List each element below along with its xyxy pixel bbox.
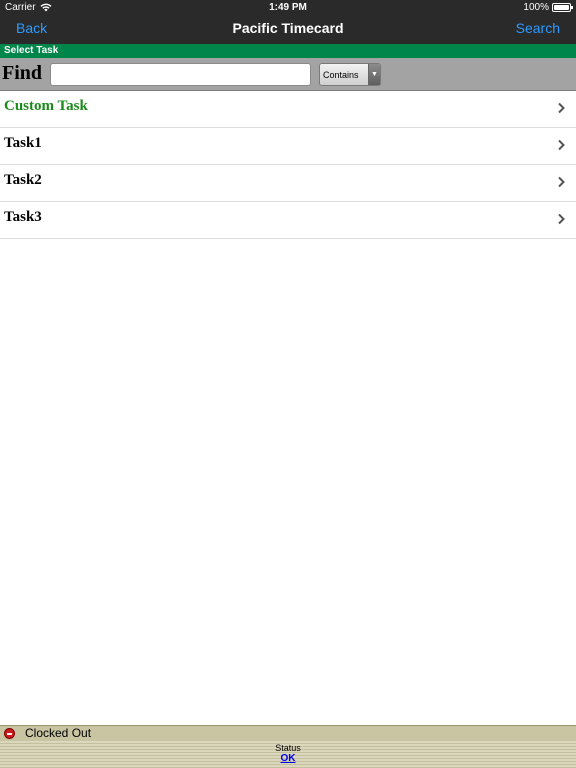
- chevron-right-icon: [558, 213, 565, 225]
- no-entry-icon: [4, 728, 15, 739]
- chevron-right-icon: [558, 139, 565, 151]
- task-row-task3[interactable]: Task3: [0, 202, 576, 239]
- search-button[interactable]: Search: [516, 20, 560, 36]
- battery-icon: [552, 3, 573, 12]
- triangle-down-icon: ▼: [368, 64, 380, 85]
- navigation-bar: Back Pacific Timecard Search: [0, 16, 576, 44]
- battery-info: 100%: [523, 2, 573, 13]
- footer-toolbar: Status OK: [0, 741, 576, 768]
- status-panel: Status OK: [258, 743, 318, 766]
- find-input[interactable]: [50, 63, 311, 86]
- battery-level-fill: [554, 5, 569, 10]
- clock: 1:49 PM: [269, 2, 307, 13]
- chevron-right-icon: [558, 176, 565, 188]
- task-label: Custom Task: [4, 98, 88, 114]
- match-mode-select[interactable]: Contains ▼: [319, 63, 381, 86]
- clock-status-text: Clocked Out: [25, 726, 92, 740]
- page-title: Pacific Timecard: [232, 20, 344, 36]
- task-label: Task3: [4, 209, 42, 225]
- match-mode-value: Contains: [323, 70, 359, 80]
- task-row-custom-task[interactable]: Custom Task: [0, 91, 576, 128]
- status-bar: Carrier 1:49 PM 100%: [0, 0, 576, 16]
- task-label: Task2: [4, 172, 42, 188]
- find-bar: Find Contains ▼: [0, 58, 576, 91]
- status-panel-label: Status: [275, 743, 301, 753]
- battery-percent: 100%: [523, 2, 549, 13]
- task-row-task1[interactable]: Task1: [0, 128, 576, 165]
- task-row-task2[interactable]: Task2: [0, 165, 576, 202]
- status-ok-link[interactable]: OK: [258, 753, 318, 765]
- task-list: Custom Task Task1 Task2 Task3: [0, 91, 576, 239]
- find-label: Find: [2, 62, 43, 84]
- chevron-right-icon: [558, 102, 565, 114]
- clock-status-bar: Clocked Out: [0, 725, 576, 741]
- section-header: Select Task: [0, 44, 576, 58]
- task-label: Task1: [4, 135, 42, 151]
